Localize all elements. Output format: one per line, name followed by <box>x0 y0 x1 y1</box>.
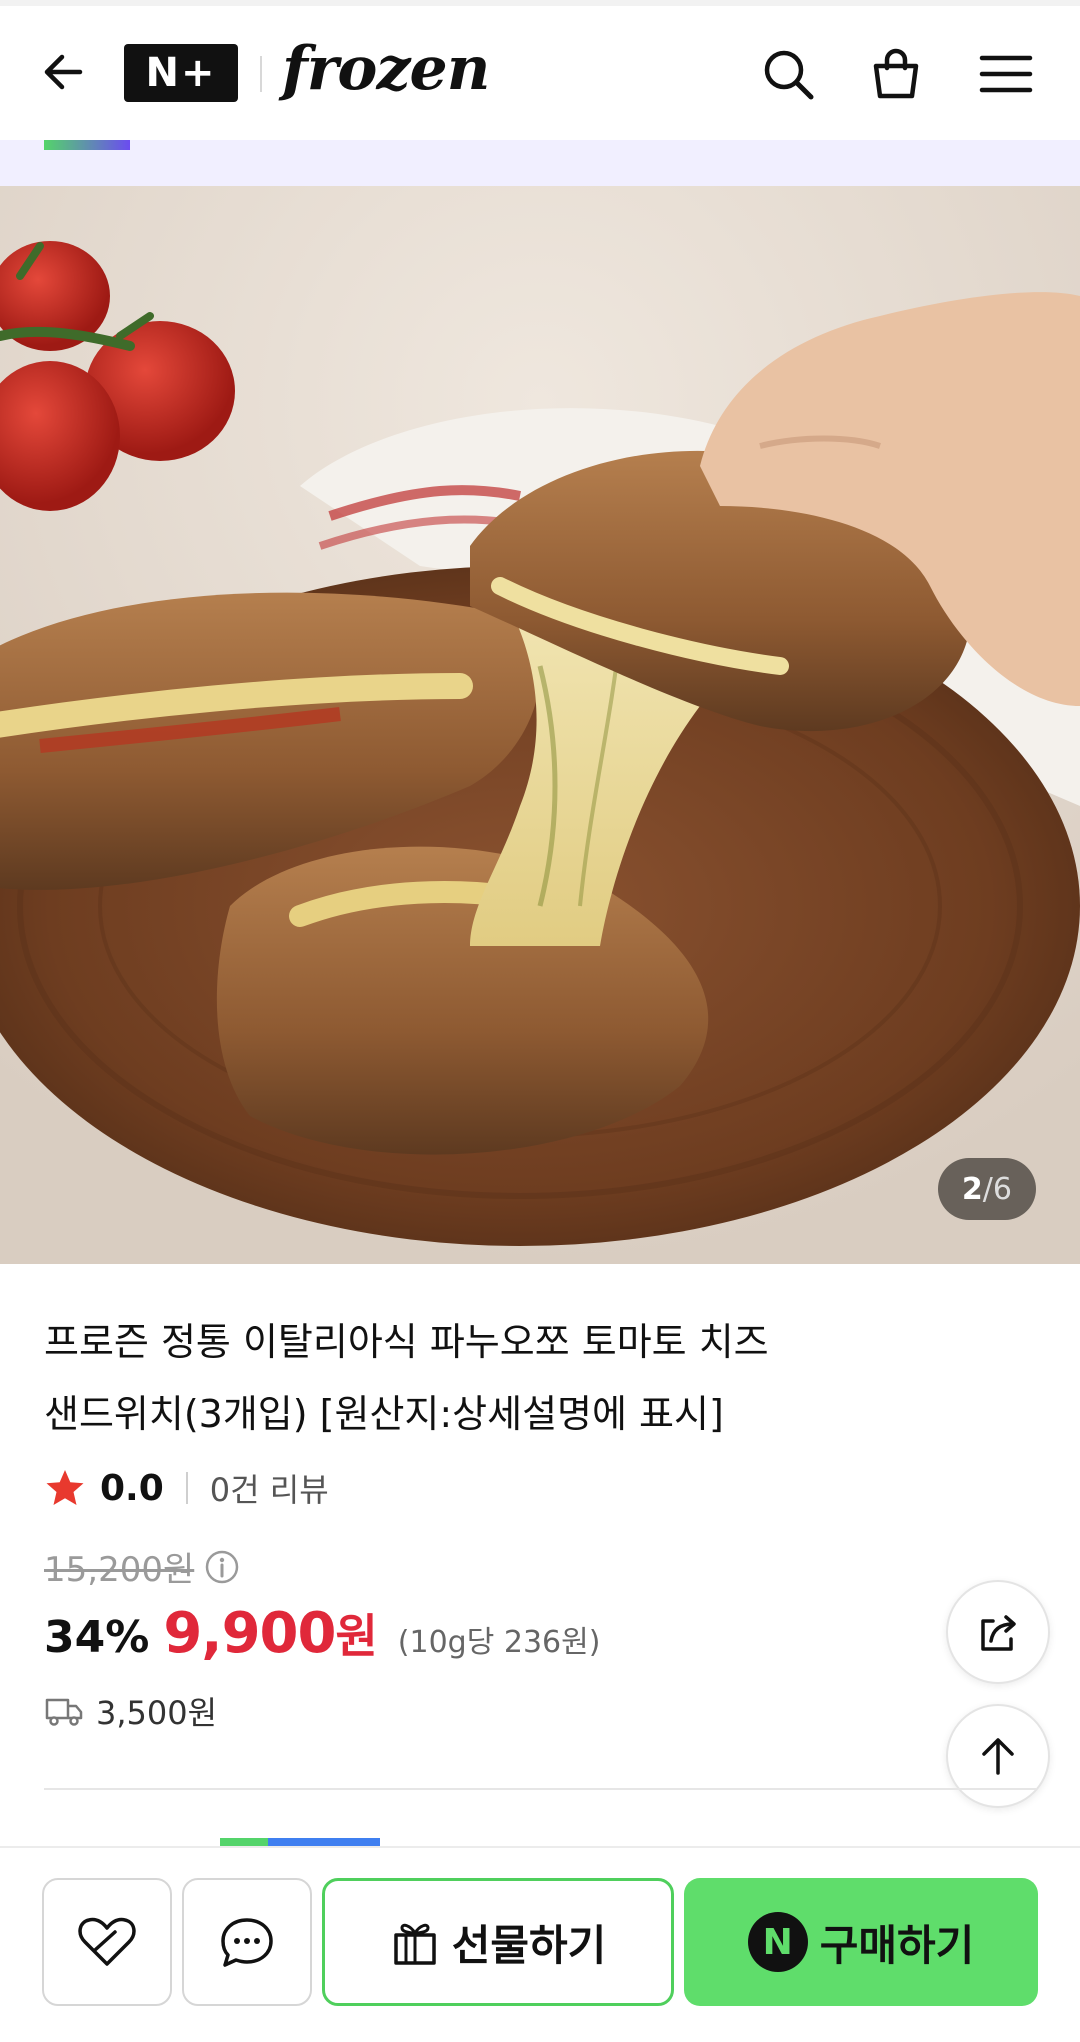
store-logo[interactable]: N+ <box>124 44 238 102</box>
brand-name[interactable]: frozen <box>282 34 490 104</box>
image-counter-separator: / <box>982 1171 993 1207</box>
product-title: 프로즌 정통 이탈리아식 파누오쪼 토마토 치즈 샌드위치(3개입) [원산지:… <box>44 1306 904 1450</box>
review-count-link[interactable]: 0건 리뷰 <box>210 1465 329 1511</box>
image-counter-total: 6 <box>992 1171 1012 1207</box>
bottom-action-bar: 선물하기 N 구매하기 <box>0 1846 1080 2042</box>
gift-button[interactable]: 선물하기 <box>322 1878 674 2006</box>
rating-divider <box>185 1472 188 1504</box>
brand-divider <box>260 56 262 92</box>
product-title-line2: 샌드위치(3개입) [원산지:상세설명에 표시] <box>44 1392 724 1436</box>
image-counter: 2 / 6 <box>937 1158 1036 1220</box>
wishlist-button[interactable] <box>42 1878 172 2006</box>
buy-button-label: 구매하기 <box>819 1920 975 1970</box>
rating-value: 0.0 <box>100 1467 164 1509</box>
product-image[interactable] <box>0 186 1080 1264</box>
unit-price: (10g당 236원) <box>397 1625 601 1660</box>
sale-price: 9,900 <box>163 1601 336 1666</box>
scroll-to-top-button[interactable] <box>946 1704 1050 1808</box>
section-divider <box>44 1788 1036 1790</box>
image-counter-current: 2 <box>961 1171 983 1207</box>
original-price: 15,200원 <box>44 1550 195 1590</box>
rating-row[interactable]: 0.0 0건 리뷰 <box>44 1462 329 1514</box>
gift-icon <box>393 1923 436 1965</box>
hamburger-menu-icon[interactable] <box>976 44 1036 104</box>
discount-rate: 34% <box>44 1612 150 1663</box>
promo-banner[interactable] <box>0 140 1080 186</box>
sale-price-unit: 원 <box>335 1609 378 1663</box>
product-photo-illustration <box>0 186 1080 1264</box>
heart-check-icon <box>78 1917 136 1966</box>
back-arrow-icon[interactable] <box>36 44 92 100</box>
gift-button-label: 선물하기 <box>451 1920 607 1970</box>
search-icon[interactable] <box>758 44 818 104</box>
star-icon <box>46 1470 84 1505</box>
product-title-line1: 프로즌 정통 이탈리아식 파누오쪼 토마토 치즈 <box>44 1320 769 1364</box>
shipping-row: 3,500원 <box>44 1688 217 1734</box>
buy-button[interactable]: N 구매하기 <box>684 1878 1038 2006</box>
share-button[interactable] <box>946 1580 1050 1684</box>
arrow-up-icon <box>982 1738 1014 1775</box>
original-price-row: 15,200원 <box>44 1542 240 1591</box>
delivery-truck-icon <box>45 1698 83 1726</box>
chat-bubble-icon <box>221 1918 273 1967</box>
sale-price-row: 34% 9,900 원 (10g당 236원) <box>44 1600 600 1666</box>
top-navigation-bar: N+ frozen <box>0 6 1080 140</box>
info-icon[interactable] <box>204 1549 240 1585</box>
talk-talk-button[interactable] <box>182 1878 312 2006</box>
promo-chip <box>44 140 130 150</box>
shipping-fee: 3,500원 <box>96 1694 218 1732</box>
naverpay-n-badge: N <box>747 1912 808 1972</box>
share-icon <box>981 1615 1016 1651</box>
shopping-bag-icon[interactable] <box>866 44 926 104</box>
